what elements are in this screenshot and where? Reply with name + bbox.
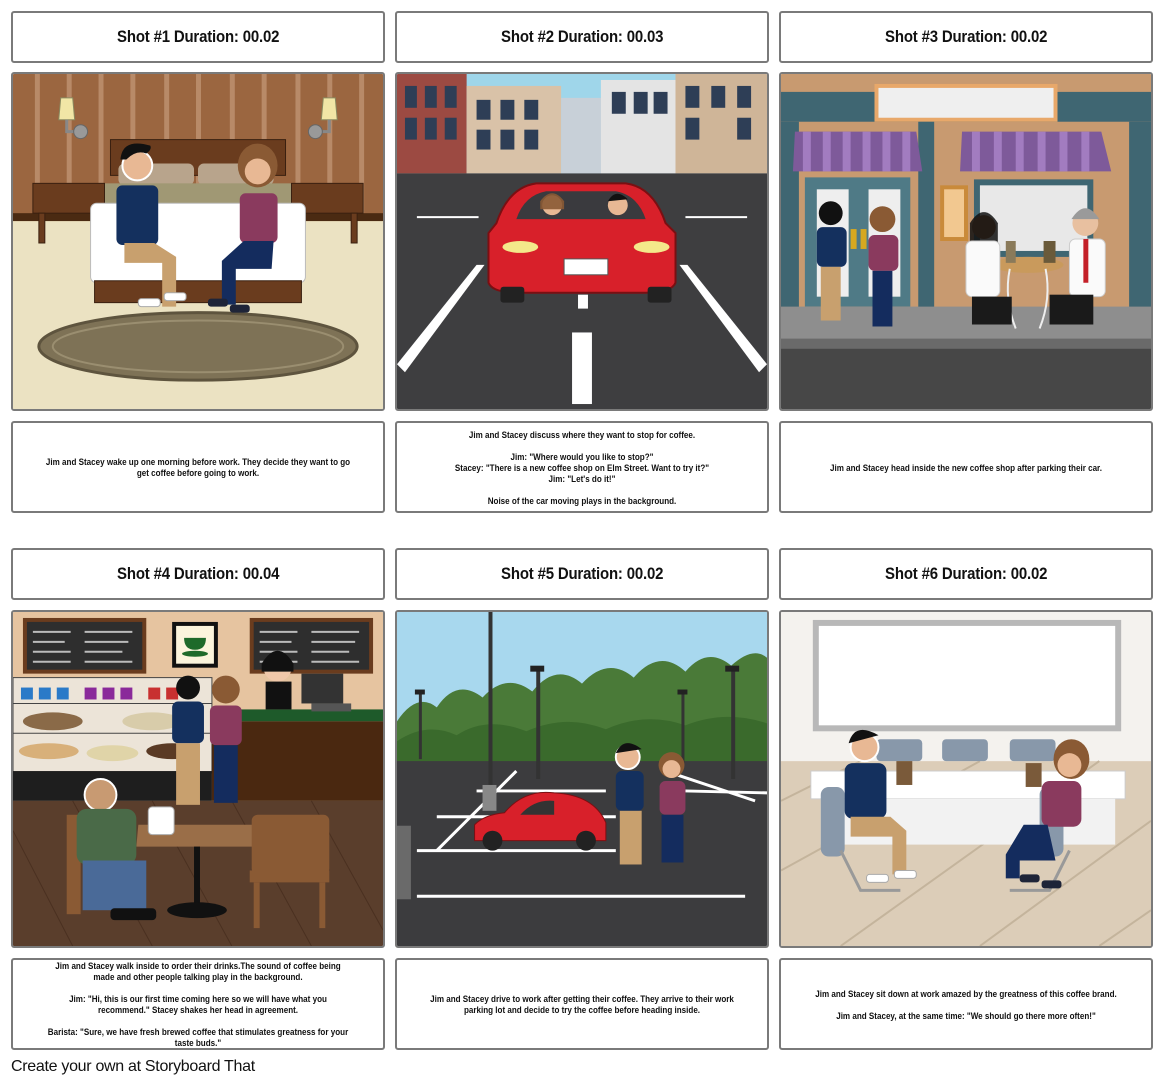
- shot-5-caption-text: Jim and Stacey drive to work after getti…: [430, 993, 734, 1015]
- awning-right: [960, 131, 1112, 172]
- shot-4-title-text: Shot #4 Duration: 00.04: [116, 564, 280, 583]
- shot-4-caption: Jim and Stacey walk inside to order thei…: [11, 958, 385, 1050]
- shot-2-caption: Jim and Stacey discuss where they want t…: [395, 421, 769, 513]
- shot-1-caption-text: Jim and Stacey wake up one morning befor…: [45, 456, 351, 478]
- shot-4-title: Shot #4 Duration: 00.04: [11, 548, 385, 600]
- storyboard-that-footer-link[interactable]: Create your own at Storyboard That: [11, 1058, 255, 1076]
- shot-1-scene-bedroom: [11, 72, 385, 411]
- shot-1-title: Shot #1 Duration: 00.02: [11, 11, 385, 63]
- shot-2-title: Shot #2 Duration: 00.03: [395, 11, 769, 63]
- shot-3-scene-coffee-shop-exterior: [779, 72, 1153, 411]
- shot-1-caption: Jim and Stacey wake up one morning befor…: [11, 421, 385, 513]
- shot-6-caption: Jim and Stacey sit down at work amazed b…: [779, 958, 1153, 1050]
- character-stacey: [658, 752, 686, 863]
- shot-3-title: Shot #3 Duration: 00.02: [779, 11, 1153, 63]
- shot-4-scene-coffee-shop-interior: [11, 610, 385, 948]
- shot-6-scene-office: [779, 610, 1153, 948]
- character-jim: [614, 743, 644, 865]
- shot-5-caption: Jim and Stacey drive to work after getti…: [395, 958, 769, 1050]
- shot-2-scene-city-car: [395, 72, 769, 411]
- red-car: [487, 182, 677, 303]
- awning-left: [792, 131, 923, 172]
- character-stacey: [209, 675, 242, 803]
- shot-3-caption: Jim and Stacey head inside the new coffe…: [779, 421, 1153, 513]
- shot-3-title-text: Shot #3 Duration: 00.02: [884, 27, 1048, 46]
- shot-3-caption-text: Jim and Stacey head inside the new coffe…: [830, 461, 1102, 473]
- shot-5-title: Shot #5 Duration: 00.02: [395, 548, 769, 600]
- shot-4-caption-text: Jim and Stacey walk inside to order thei…: [47, 960, 349, 1048]
- shot-5-scene-parking-lot: [395, 610, 769, 948]
- shot-2-title-text: Shot #2 Duration: 00.03: [500, 27, 664, 46]
- coffee-cup-logo-icon: [172, 621, 218, 668]
- shot-6-title: Shot #6 Duration: 00.02: [779, 548, 1153, 600]
- shot-6-caption-text: Jim and Stacey sit down at work amazed b…: [815, 987, 1117, 1021]
- shot-6-title-text: Shot #6 Duration: 00.02: [884, 564, 1048, 583]
- shot-1-title-text: Shot #1 Duration: 00.02: [116, 27, 280, 46]
- shot-5-title-text: Shot #5 Duration: 00.02: [500, 564, 664, 583]
- shot-2-caption-text: Jim and Stacey discuss where they want t…: [454, 428, 710, 506]
